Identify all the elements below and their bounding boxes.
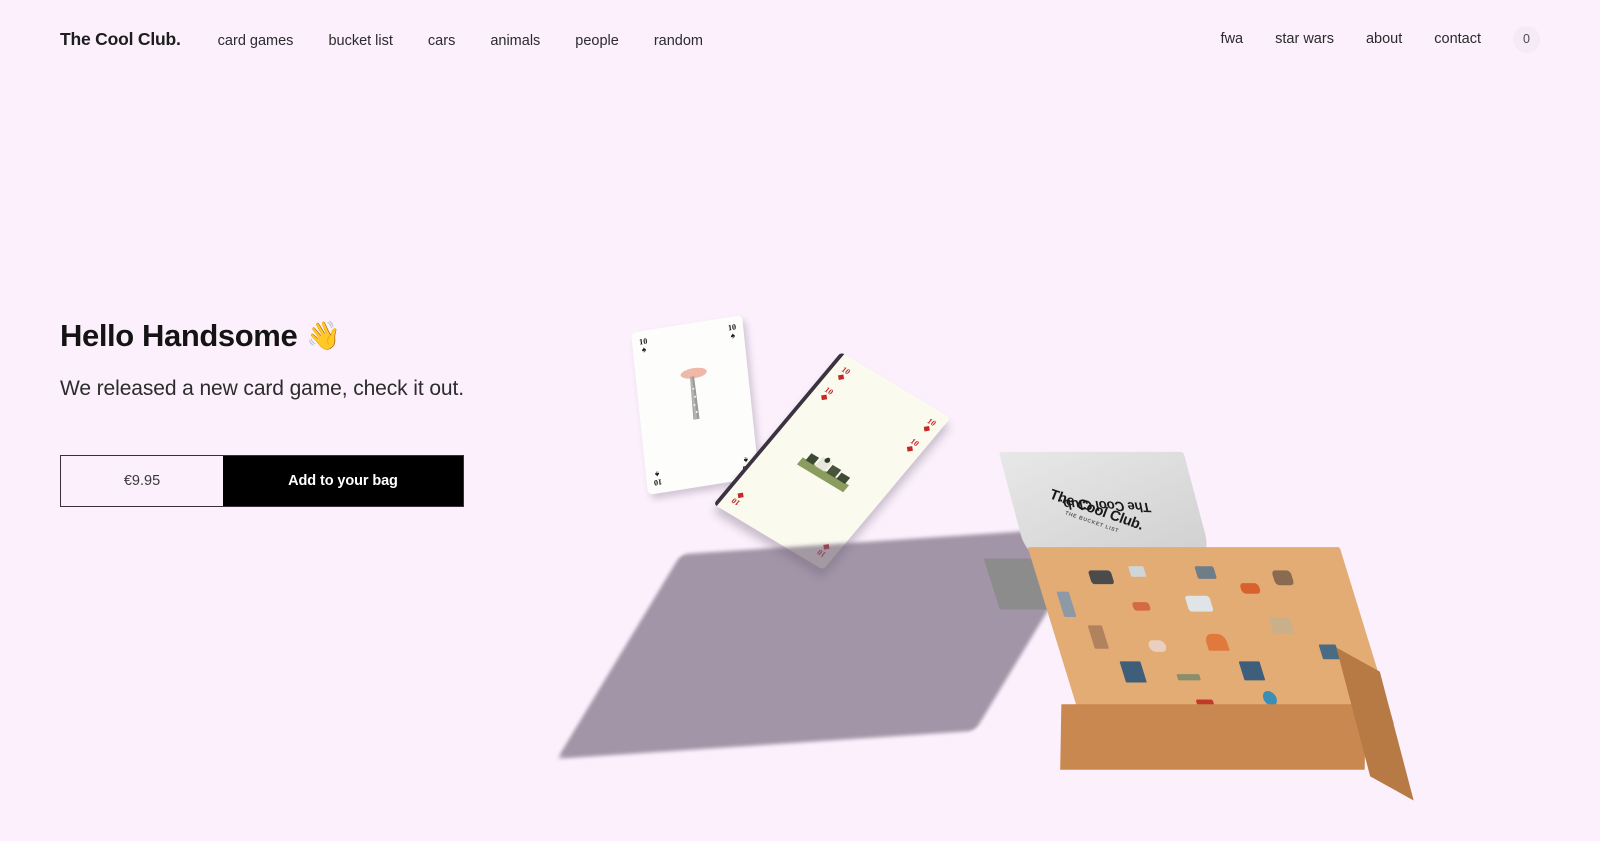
nav-link-star-wars[interactable]: star wars (1275, 32, 1334, 47)
sticker-icon-14 (1268, 616, 1295, 634)
site-logo[interactable]: The Cool Club. (60, 29, 181, 50)
sticker-icon-15 (1271, 570, 1295, 586)
sticker-icon-4 (1087, 570, 1115, 585)
card-pip-top-left: 10 ♠ (638, 336, 648, 355)
nav-link-fwa[interactable]: fwa (1221, 32, 1244, 47)
sticker-icon-3 (1119, 661, 1147, 683)
purchase-bar: €9.95 Add to your bag (60, 454, 464, 507)
sticker-icon-11 (1203, 633, 1230, 651)
nav-link-animals[interactable]: animals (490, 33, 540, 49)
sticker-icon-17 (1128, 566, 1147, 577)
page-title: Hello Handsome 👋 (60, 318, 680, 354)
sticker-icon-5 (1131, 602, 1152, 611)
secondary-nav-links: fwa star wars about contact 0 (1221, 25, 1540, 53)
card-b-pip-1: 10 (836, 365, 852, 381)
nav-link-people[interactable]: people (575, 33, 619, 49)
nav-link-card-games[interactable]: card games (218, 33, 294, 49)
top-navigation-bar: The Cool Club. card games bucket list ca… (0, 0, 1600, 78)
card-b-face-artwork (797, 453, 851, 493)
page-root: The Cool Club. card games bucket list ca… (0, 0, 1600, 841)
card-b-pip-3: 10 (819, 385, 835, 401)
sticker-icon-9 (1184, 595, 1214, 612)
box-front-face (1027, 547, 1395, 725)
card-pip-bottom-left: 10 ♠ (653, 469, 663, 488)
card-b-pip-4: 10 (904, 437, 921, 453)
hero-section: Hello Handsome 👋 We released a new card … (60, 318, 680, 507)
nav-link-about[interactable]: about (1366, 32, 1402, 47)
box-side-face (1060, 704, 1366, 770)
card-b-pip-2: 10 (921, 417, 938, 432)
sticker-icon-7 (1176, 674, 1202, 681)
add-to-bag-button[interactable]: Add to your bag (223, 455, 463, 506)
card-pip-top-right: 10 ♠ (727, 322, 737, 341)
nav-link-bucket-list[interactable]: bucket list (328, 33, 392, 49)
nav-link-cars[interactable]: cars (428, 33, 455, 49)
sticker-icon-1 (1056, 591, 1077, 617)
product-box: The Cool Club. The Cool Club. THE BUCKET… (983, 451, 1430, 810)
sticker-icon-10 (1194, 566, 1218, 579)
card-face-artwork (680, 367, 707, 420)
hero-subtitle: We released a new card game, check it ou… (60, 376, 464, 400)
product-price: €9.95 (61, 455, 223, 506)
hero-title-text: Hello Handsome (60, 318, 298, 353)
waving-hand-icon: 👋 (306, 319, 341, 351)
nav-left-group: The Cool Club. card games bucket list ca… (60, 29, 703, 50)
sticker-icon-2 (1087, 625, 1110, 649)
sticker-icon-13 (1239, 583, 1262, 594)
cart-count-badge[interactable]: 0 (1513, 25, 1540, 53)
product-illustration: 10 ♠ 10 ♠ 10 ♠ 10 ♠ (557, 300, 1440, 820)
card-b-pip-5: 10 (730, 492, 746, 507)
playing-card-ten-spades: 10 ♠ 10 ♠ 10 ♠ 10 ♠ (630, 315, 760, 495)
primary-nav-links: card games bucket list cars animals peop… (218, 33, 703, 49)
nav-link-random[interactable]: random (654, 33, 703, 49)
sticker-icon-6 (1147, 640, 1168, 652)
sticker-icon-12 (1238, 661, 1266, 681)
nav-link-contact[interactable]: contact (1434, 32, 1481, 47)
